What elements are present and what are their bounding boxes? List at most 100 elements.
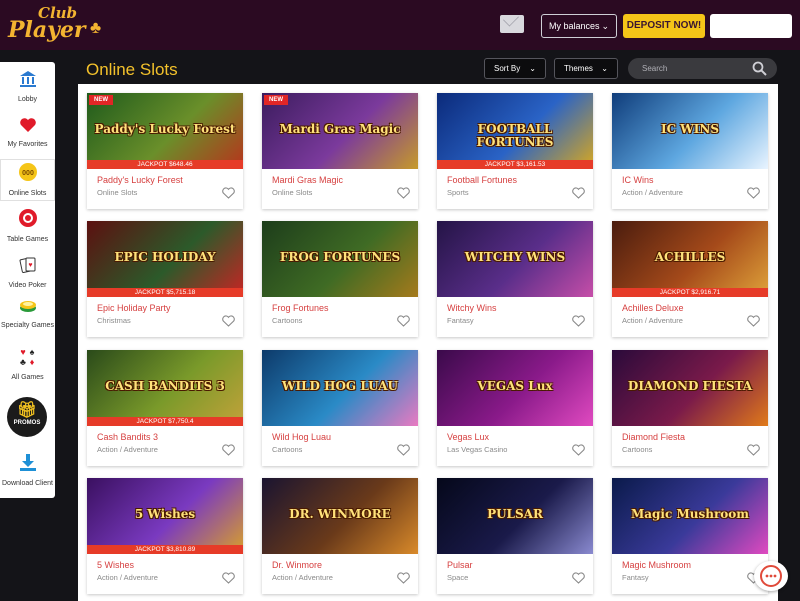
favorite-heart-icon[interactable] (572, 444, 585, 456)
favorite-heart-icon[interactable] (222, 315, 235, 327)
my-balances-dropdown[interactable]: My balances ⌄ (541, 14, 617, 38)
game-name[interactable]: Achilles Deluxe (622, 303, 684, 313)
club-player-logo[interactable]: Club Player ♣ (8, 6, 112, 44)
favorite-heart-icon[interactable] (572, 315, 585, 327)
game-thumbnail[interactable]: EPIC HOLIDAY JACKPOT $5,715.18 (87, 221, 243, 297)
game-card[interactable]: VEGAS Lux Vegas Lux Las Vegas Casino (437, 350, 593, 466)
promos-button[interactable]: 🎁︎ PROMOS (7, 397, 47, 437)
sidebar-item-download-client[interactable]: Download Client (0, 452, 55, 488)
favorite-heart-icon[interactable] (222, 444, 235, 456)
game-card[interactable]: WILD HOG LUAU Wild Hog Luau Cartoons (262, 350, 418, 466)
game-thumbnail[interactable]: VEGAS Lux (437, 350, 593, 426)
game-thumbnail[interactable]: FOOTBALL FORTUNES JACKPOT $3,161.53 (437, 93, 593, 169)
game-name[interactable]: Dr. Winmore (272, 560, 322, 570)
sidebar-item-table-games[interactable]: Table Games (0, 208, 55, 244)
game-thumbnail[interactable]: Magic Mushroom (612, 478, 768, 554)
sidebar: Lobby My Favorites 000 Online Slots Tabl… (0, 62, 55, 498)
sort-by-label: Sort By (494, 64, 521, 73)
favorite-heart-icon[interactable] (747, 444, 760, 456)
game-name[interactable]: Frog Fortunes (272, 303, 329, 313)
favorite-heart-icon[interactable] (572, 187, 585, 199)
favorite-heart-icon[interactable] (222, 187, 235, 199)
sidebar-item-specialty-games[interactable]: Specialty Games (0, 296, 55, 330)
game-thumbnail[interactable]: CASH BANDITS 3 JACKPOT $7,750.4 (87, 350, 243, 426)
promos-label: PROMOS (13, 420, 41, 426)
sidebar-item-all-games[interactable]: ♥ ♠ ♣ ♦ All Games (0, 346, 55, 382)
game-card[interactable]: FOOTBALL FORTUNES JACKPOT $3,161.53 Footba… (437, 93, 593, 209)
sidebar-item-online-slots[interactable]: 000 Online Slots (0, 159, 55, 201)
sidebar-item-lobby[interactable]: Lobby (0, 70, 55, 104)
game-name[interactable]: 5 Wishes (97, 560, 134, 570)
favorite-heart-icon[interactable] (397, 187, 410, 199)
search-input[interactable] (642, 62, 742, 75)
game-thumbnail[interactable]: FROG FORTUNES (262, 221, 418, 297)
game-card[interactable]: EPIC HOLIDAY JACKPOT $5,715.18 Epic Holida… (87, 221, 243, 337)
game-name[interactable]: Magic Mushroom (622, 560, 691, 570)
game-thumbnail[interactable]: DR. WINMORE (262, 478, 418, 554)
favorite-heart-icon[interactable] (397, 315, 410, 327)
sidebar-item-label: Download Client (2, 480, 53, 487)
game-category: Space (447, 573, 469, 582)
game-thumbnail[interactable]: WITCHY WINS (437, 221, 593, 297)
game-card[interactable]: 5 Wishes JACKPOT $3,810.89 5 Wishes Action … (87, 478, 243, 594)
sort-by-dropdown[interactable]: Sort By ⌄ (484, 58, 546, 79)
game-name[interactable]: Pulsar (447, 560, 473, 570)
favorite-heart-icon[interactable] (747, 315, 760, 327)
game-name[interactable]: Witchy Wins (447, 303, 497, 313)
sidebar-item-label: Online Slots (8, 190, 47, 197)
sidebar-item-label: My Favorites (7, 141, 48, 148)
game-card[interactable]: DIAMOND FIESTA Diamond Fiesta Cartoons (612, 350, 768, 466)
game-name[interactable]: Diamond Fiesta (622, 432, 685, 442)
game-name[interactable]: Paddy's Lucky Forest (97, 175, 183, 185)
game-category: Cartoons (272, 316, 303, 325)
game-name[interactable]: Epic Holiday Party (97, 303, 171, 313)
game-thumbnail[interactable]: WILD HOG LUAU (262, 350, 418, 426)
svg-text:♥: ♥ (28, 262, 32, 269)
game-card[interactable]: WITCHY WINS Witchy Wins Fantasy (437, 221, 593, 337)
sidebar-item-video-poker[interactable]: ♥ Video Poker (0, 256, 55, 290)
svg-text:♠: ♠ (29, 347, 34, 357)
game-name[interactable]: Vegas Lux (447, 432, 489, 442)
sidebar-item-favorites[interactable]: My Favorites (0, 117, 55, 149)
my-balances-label: My balances (549, 21, 600, 31)
favorite-heart-icon[interactable] (222, 572, 235, 584)
chat-support-icon[interactable] (754, 561, 788, 591)
game-card[interactable]: PULSAR Pulsar Space (437, 478, 593, 594)
deposit-now-button[interactable]: DEPOSIT NOW! (623, 14, 705, 38)
game-category: Online Slots (272, 188, 313, 197)
game-thumbnail[interactable]: DIAMOND FIESTA (612, 350, 768, 426)
game-card[interactable]: ACHILLES JACKPOT $2,916.71 Achilles Deluxe… (612, 221, 768, 337)
game-thumbnail[interactable]: PULSAR (437, 478, 593, 554)
game-category: Las Vegas Casino (447, 445, 508, 454)
themes-dropdown[interactable]: Themes ⌄ (554, 58, 618, 79)
game-thumbnail[interactable]: 5 Wishes JACKPOT $3,810.89 (87, 478, 243, 554)
mail-icon[interactable] (500, 15, 524, 33)
game-thumbnail[interactable]: ACHILLES JACKPOT $2,916.71 (612, 221, 768, 297)
game-name[interactable]: Football Fortunes (447, 175, 517, 185)
game-art-title: PULSAR (487, 507, 543, 521)
search-icon[interactable] (752, 61, 767, 76)
game-name[interactable]: Wild Hog Luau (272, 432, 331, 442)
game-card[interactable]: Mardi Gras Magic NEW Mardi Gras Magic Onlin… (262, 93, 418, 209)
game-card[interactable]: DR. WINMORE Dr. Winmore Action / Adventure (262, 478, 418, 594)
game-card[interactable]: CASH BANDITS 3 JACKPOT $7,750.4 Cash Bandi… (87, 350, 243, 466)
favorite-heart-icon[interactable] (572, 572, 585, 584)
svg-text:000: 000 (22, 170, 34, 177)
game-thumbnail[interactable]: Paddy's Lucky Forest NEW JACKPOT $648.46 (87, 93, 243, 169)
favorite-heart-icon[interactable] (397, 572, 410, 584)
favorite-heart-icon[interactable] (397, 444, 410, 456)
game-name[interactable]: Cash Bandits 3 (97, 432, 158, 442)
game-card[interactable]: FROG FORTUNES Frog Fortunes Cartoons (262, 221, 418, 337)
favorite-heart-icon[interactable] (747, 187, 760, 199)
game-category: Fantasy (622, 573, 649, 582)
game-name[interactable]: IC Wins (622, 175, 654, 185)
game-card[interactable]: Magic Mushroom Magic Mushroom Fantasy (612, 478, 768, 594)
game-card[interactable]: IC WINS IC Wins Action / Adventure (612, 93, 768, 209)
game-thumbnail[interactable]: Mardi Gras Magic NEW (262, 93, 418, 169)
page-title: Online Slots (86, 60, 178, 79)
game-category: Action / Adventure (97, 573, 158, 582)
game-thumbnail[interactable]: IC WINS (612, 93, 768, 169)
game-name[interactable]: Mardi Gras Magic (272, 175, 343, 185)
header-account-field[interactable] (710, 14, 792, 38)
game-card[interactable]: Paddy's Lucky Forest NEW JACKPOT $648.46 Pa… (87, 93, 243, 209)
